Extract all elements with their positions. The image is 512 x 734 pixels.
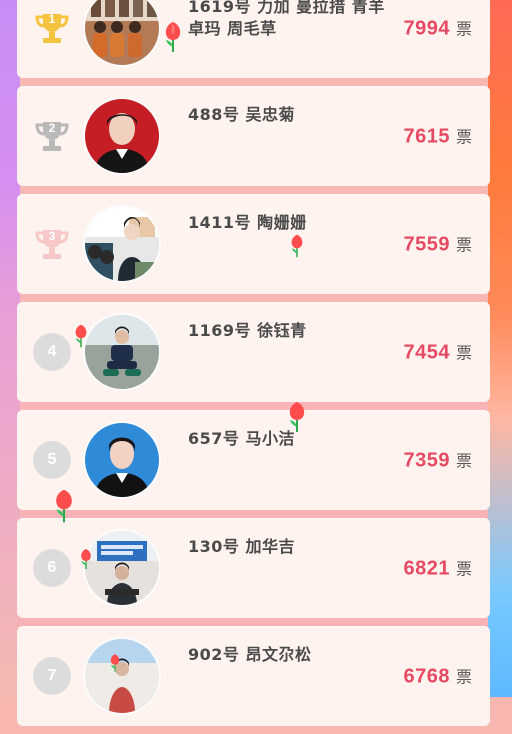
avatar bbox=[83, 205, 161, 283]
sign-photo-image bbox=[85, 531, 159, 605]
vote-number: 6768 bbox=[403, 665, 450, 688]
vote-count: 6768 票 bbox=[403, 664, 472, 689]
contestant-name: 488号 吴忠菊 bbox=[188, 105, 295, 124]
avatar bbox=[83, 529, 161, 607]
portrait-image bbox=[85, 99, 159, 173]
vote-count: 7559 票 bbox=[403, 232, 472, 257]
vote-unit: 票 bbox=[455, 235, 472, 255]
group-photo-image bbox=[85, 0, 159, 65]
vote-number: 7454 bbox=[403, 341, 450, 364]
vote-unit: 票 bbox=[455, 343, 472, 363]
rank-number: 4 bbox=[33, 333, 71, 371]
vote-unit: 票 bbox=[455, 559, 472, 579]
outdoor-photo-image bbox=[85, 639, 159, 713]
rank-badge: 4 bbox=[30, 330, 74, 374]
rank-number: 2 bbox=[48, 121, 56, 135]
contestant-name: 1619号 力加 曼拉措 青羊卓玛 周毛草 bbox=[188, 0, 385, 38]
ranking-item[interactable]: 6 130号 加华吉 6821 票 bbox=[17, 518, 490, 618]
contestant-name: 130号 加华吉 bbox=[188, 537, 295, 556]
vote-number: 6821 bbox=[403, 557, 450, 580]
vote-unit: 票 bbox=[455, 451, 472, 471]
contestant-name: 1169号 徐钰青 bbox=[188, 321, 307, 340]
rank-number: 5 bbox=[33, 441, 71, 479]
classroom-photo-image bbox=[85, 207, 159, 281]
rank-number: 1 bbox=[48, 12, 56, 26]
vote-count: 7615 票 bbox=[403, 124, 472, 149]
rank-number: 7 bbox=[33, 657, 71, 695]
avatar bbox=[83, 0, 161, 67]
ranking-item[interactable]: 5 657号 马小洁 7359 票 bbox=[17, 410, 490, 510]
avatar bbox=[83, 313, 161, 391]
ranking-item[interactable]: 1 1619号 力加 曼拉措 青羊卓玛 周毛草 7994 票 bbox=[17, 0, 490, 78]
vote-number: 7559 bbox=[403, 233, 450, 256]
vote-count: 6821 票 bbox=[403, 556, 472, 581]
contestant-name: 1411号 陶姗姗 bbox=[188, 213, 307, 232]
id-photo-image bbox=[85, 423, 159, 497]
avatar bbox=[83, 97, 161, 175]
outdoor-photo-image bbox=[85, 315, 159, 389]
contestant-name: 902号 昂文尕松 bbox=[188, 645, 312, 664]
rank-badge: 6 bbox=[30, 546, 74, 590]
rank-number: 6 bbox=[33, 549, 71, 587]
vote-count: 7454 票 bbox=[403, 340, 472, 365]
avatar bbox=[83, 421, 161, 499]
vote-unit: 票 bbox=[455, 19, 472, 39]
rank-number: 3 bbox=[48, 229, 56, 243]
ranking-item[interactable]: 3 1411号 陶姗姗 7559 票 bbox=[17, 194, 490, 294]
rank-badge: 3 bbox=[30, 222, 74, 266]
vote-number: 7615 bbox=[403, 125, 450, 148]
vote-number: 7359 bbox=[403, 449, 450, 472]
vote-count: 7359 票 bbox=[403, 448, 472, 473]
avatar bbox=[83, 637, 161, 715]
rank-badge: 1 bbox=[30, 6, 74, 50]
rank-badge: 7 bbox=[30, 654, 74, 698]
contestant-name: 657号 马小洁 bbox=[188, 429, 295, 448]
ranking-item[interactable]: 4 1169号 徐钰青 7454 票 bbox=[17, 302, 490, 402]
ranking-item[interactable]: 7 902号 昂文尕松 6768 票 bbox=[17, 626, 490, 726]
vote-count: 7994 票 bbox=[403, 16, 472, 41]
ranking-item[interactable]: 2 488号 吴忠菊 7615 票 bbox=[17, 86, 490, 186]
right-gradient-decoration bbox=[488, 0, 512, 697]
vote-unit: 票 bbox=[455, 127, 472, 147]
rank-badge: 5 bbox=[30, 438, 74, 482]
vote-unit: 票 bbox=[455, 667, 472, 687]
ranking-list: 1 1619号 力加 曼拉措 青羊卓玛 周毛草 7994 票 2 488号 吴忠… bbox=[17, 0, 490, 734]
rank-badge: 2 bbox=[30, 114, 74, 158]
vote-number: 7994 bbox=[403, 17, 450, 40]
